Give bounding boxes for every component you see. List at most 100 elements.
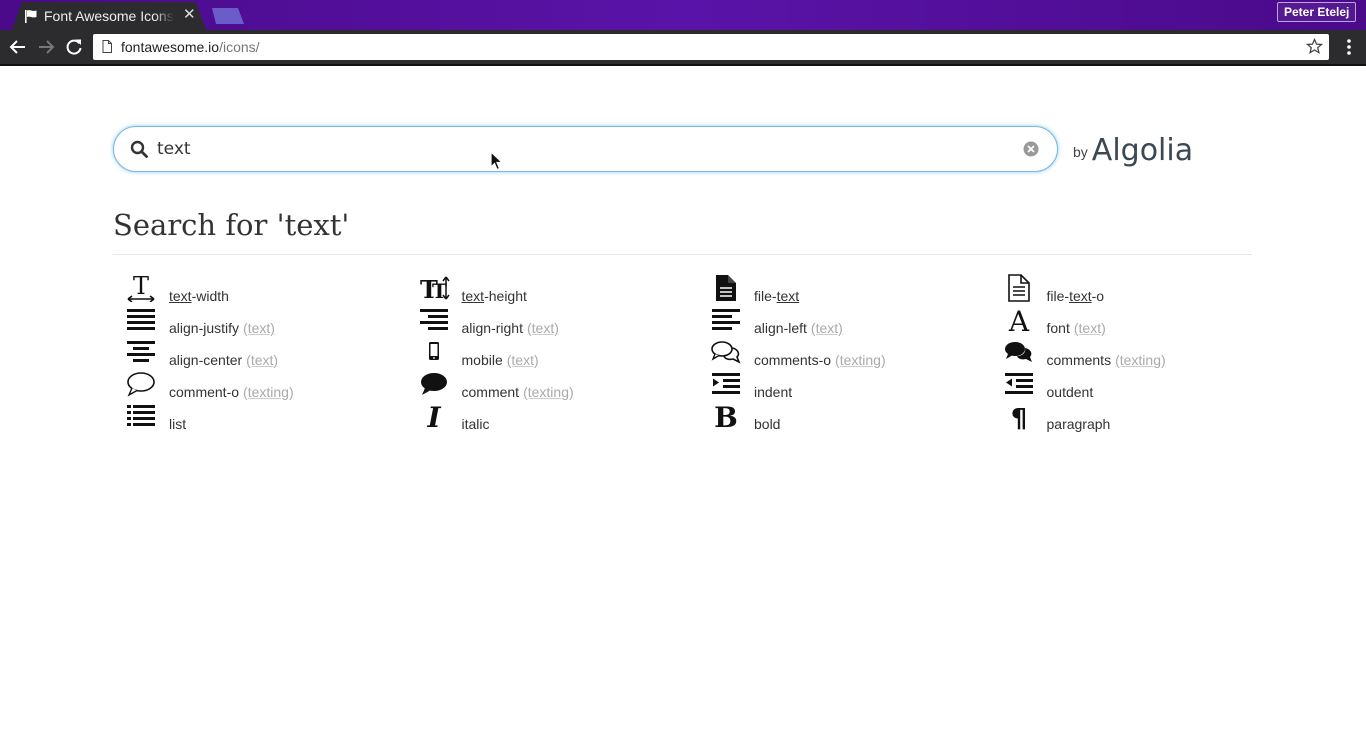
result-file-text-o[interactable]: file-text-o — [991, 272, 1271, 304]
by-label: by — [1073, 144, 1088, 160]
result-label: italic — [461, 416, 490, 432]
result-label: comments-o (texting) — [754, 352, 886, 368]
new-tab-button[interactable] — [212, 8, 244, 24]
outdent-icon — [1004, 373, 1033, 394]
result-label: file-text-o — [1046, 288, 1105, 304]
svg-text:A: A — [1007, 306, 1029, 334]
italic-icon: I — [426, 402, 441, 430]
reload-icon[interactable] — [64, 37, 84, 57]
algolia-logo: Algolia — [1091, 132, 1194, 168]
url-text: fontawesome.io/icons/ — [121, 39, 260, 55]
browser-titlebar: Font Awesome Icons ✕ Peter Etelej — [0, 0, 1366, 30]
address-bar[interactable]: fontawesome.io/icons/ — [93, 34, 1329, 60]
result-comment-o[interactable]: comment-o (texting) — [113, 368, 393, 400]
result-alias: (texting) — [835, 352, 886, 368]
browser-tab[interactable]: Font Awesome Icons ✕ — [12, 2, 206, 30]
result-label: align-center (text) — [169, 352, 279, 368]
result-indent[interactable]: indent — [698, 368, 978, 400]
result-label: align-left (text) — [754, 320, 843, 336]
result-bold[interactable]: Bbold — [698, 400, 978, 432]
page-icon — [102, 40, 112, 53]
result-label: outdent — [1046, 384, 1094, 400]
svg-text:I: I — [426, 402, 441, 430]
svg-text:B: B — [714, 402, 738, 430]
clear-search-icon[interactable] — [1023, 141, 1039, 157]
algolia-link[interactable]: by Algolia — [1073, 130, 1193, 170]
result-alias: (texting) — [523, 384, 574, 400]
result-align-center[interactable]: align-center (text) — [113, 336, 393, 368]
result-mobile[interactable]: mobile (text) — [406, 336, 686, 368]
svg-text:¶: ¶ — [1010, 404, 1027, 430]
result-label: list — [169, 416, 187, 432]
bold-icon: B — [714, 402, 738, 430]
result-label: paragraph — [1046, 416, 1111, 432]
comments-icon — [1004, 342, 1032, 362]
result-label: text-width — [169, 288, 229, 304]
svg-text:T: T — [133, 274, 149, 300]
result-label: mobile (text) — [461, 352, 539, 368]
align-right-icon — [419, 309, 448, 330]
search-icon — [130, 140, 148, 158]
result-comments[interactable]: comments (texting) — [991, 336, 1271, 368]
forward-arrow-icon[interactable] — [36, 37, 56, 57]
content-divider — [0, 64, 1366, 66]
result-italic[interactable]: Iitalic — [406, 400, 686, 432]
browser-toolbar: fontawesome.io/icons/ — [0, 30, 1366, 64]
result-alias: (text) — [243, 320, 275, 336]
result-align-right[interactable]: align-right (text) — [406, 304, 686, 336]
profile-button[interactable]: Peter Etelej — [1277, 2, 1357, 22]
tab-title: Font Awesome Icons — [44, 8, 174, 24]
result-label: align-justify (text) — [169, 320, 275, 336]
search-results-heading: Search for 'text' — [113, 208, 350, 242]
result-label: font (text) — [1046, 320, 1106, 336]
font-icon: A — [1007, 306, 1029, 334]
result-alias: (text) — [506, 352, 539, 368]
heading-divider — [113, 254, 1252, 255]
mobile-icon — [428, 342, 439, 360]
result-outdent[interactable]: outdent — [991, 368, 1271, 400]
file-text-icon — [716, 275, 736, 301]
flag-icon — [25, 10, 37, 23]
result-comment[interactable]: comment (texting) — [406, 368, 686, 400]
paragraph-icon: ¶ — [1010, 404, 1027, 430]
result-list[interactable]: list — [113, 400, 393, 432]
align-center-icon — [127, 341, 155, 362]
result-file-text[interactable]: file-text — [698, 272, 978, 304]
result-text-width[interactable]: Ttext-width — [113, 272, 393, 304]
result-label: comments (texting) — [1046, 352, 1166, 368]
result-label: align-right (text) — [461, 320, 559, 336]
align-left-icon — [712, 309, 740, 330]
comments-o-icon — [711, 341, 741, 364]
result-label: comment-o (texting) — [169, 384, 294, 400]
result-alias: (texting) — [1115, 352, 1166, 368]
result-label: file-text — [754, 288, 800, 304]
tab-close-icon[interactable]: ✕ — [183, 7, 196, 23]
result-label: comment (texting) — [461, 384, 574, 400]
back-arrow-icon[interactable] — [8, 37, 28, 57]
result-font[interactable]: Afont (text) — [991, 304, 1271, 336]
browser-menu-icon[interactable] — [1340, 37, 1358, 57]
result-alias: (texting) — [243, 384, 294, 400]
align-justify-icon — [127, 309, 155, 330]
list-icon — [127, 405, 155, 426]
result-align-left[interactable]: align-left (text) — [698, 304, 978, 336]
result-alias: (text) — [810, 320, 843, 336]
result-alias: (text) — [1073, 320, 1106, 336]
bookmark-star-icon[interactable] — [1306, 38, 1323, 55]
comment-icon — [420, 373, 447, 395]
result-alias: (text) — [526, 320, 559, 336]
comment-o-icon — [127, 372, 155, 397]
file-text-o-icon — [1007, 274, 1030, 302]
text-height-icon: TT — [420, 275, 450, 302]
result-text-height[interactable]: T T text-height — [406, 272, 686, 304]
icon-search-box[interactable] — [113, 126, 1058, 172]
search-input[interactable] — [157, 136, 1017, 162]
text-width-icon: T — [127, 274, 155, 302]
result-paragraph[interactable]: ¶ paragraph — [991, 400, 1271, 432]
result-alias: (text) — [246, 352, 279, 368]
result-comments-o[interactable]: comments-o (texting) — [698, 336, 978, 368]
result-label: indent — [754, 384, 793, 400]
result-align-justify[interactable]: align-justify (text) — [113, 304, 393, 336]
result-label: text-height — [461, 288, 527, 304]
result-label: bold — [754, 416, 781, 432]
